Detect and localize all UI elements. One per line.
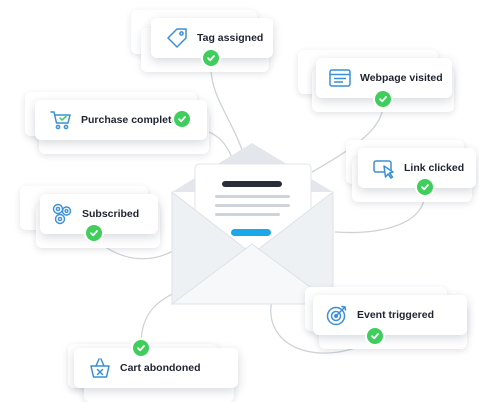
subscribers-icon xyxy=(52,203,72,225)
target-icon xyxy=(326,305,347,326)
check-icon xyxy=(367,328,383,344)
check-icon xyxy=(174,111,190,127)
check-icon xyxy=(203,50,219,66)
node-label: Tag assigned xyxy=(197,32,264,44)
check-icon xyxy=(417,179,433,195)
node-purchase-completed: Purchase completed xyxy=(25,90,211,156)
tag-icon xyxy=(167,28,187,48)
node-cart-abondoned: Cart abondoned xyxy=(68,340,238,402)
node-link-clicked: Link clicked xyxy=(346,138,476,204)
node-label: Event triggered xyxy=(357,309,435,321)
email-envelope-icon xyxy=(170,143,335,305)
node-label: Purchase completed xyxy=(81,114,184,126)
check-icon xyxy=(86,225,102,241)
node-subscribed: Subscribed xyxy=(20,184,162,250)
node-label: Webpage visited xyxy=(360,72,443,84)
node-card: Cart abondoned xyxy=(74,348,238,388)
node-tag-assigned: Tag assigned xyxy=(131,8,273,74)
cursor-click-icon xyxy=(373,160,394,179)
shopping-cart-icon xyxy=(50,111,71,130)
node-webpage-visited: Webpage visited xyxy=(298,48,456,114)
node-label: Subscribed xyxy=(82,208,140,220)
node-card: Link clicked xyxy=(358,148,476,188)
abandoned-basket-icon xyxy=(90,358,110,378)
node-card: Event triggered xyxy=(313,295,467,335)
node-label: Link clicked xyxy=(404,162,465,174)
check-icon xyxy=(375,91,391,107)
webpage-icon xyxy=(329,69,351,87)
node-event-triggered: Event triggered xyxy=(305,285,471,351)
node-label: Cart abondoned xyxy=(120,362,201,374)
check-icon xyxy=(133,340,149,356)
